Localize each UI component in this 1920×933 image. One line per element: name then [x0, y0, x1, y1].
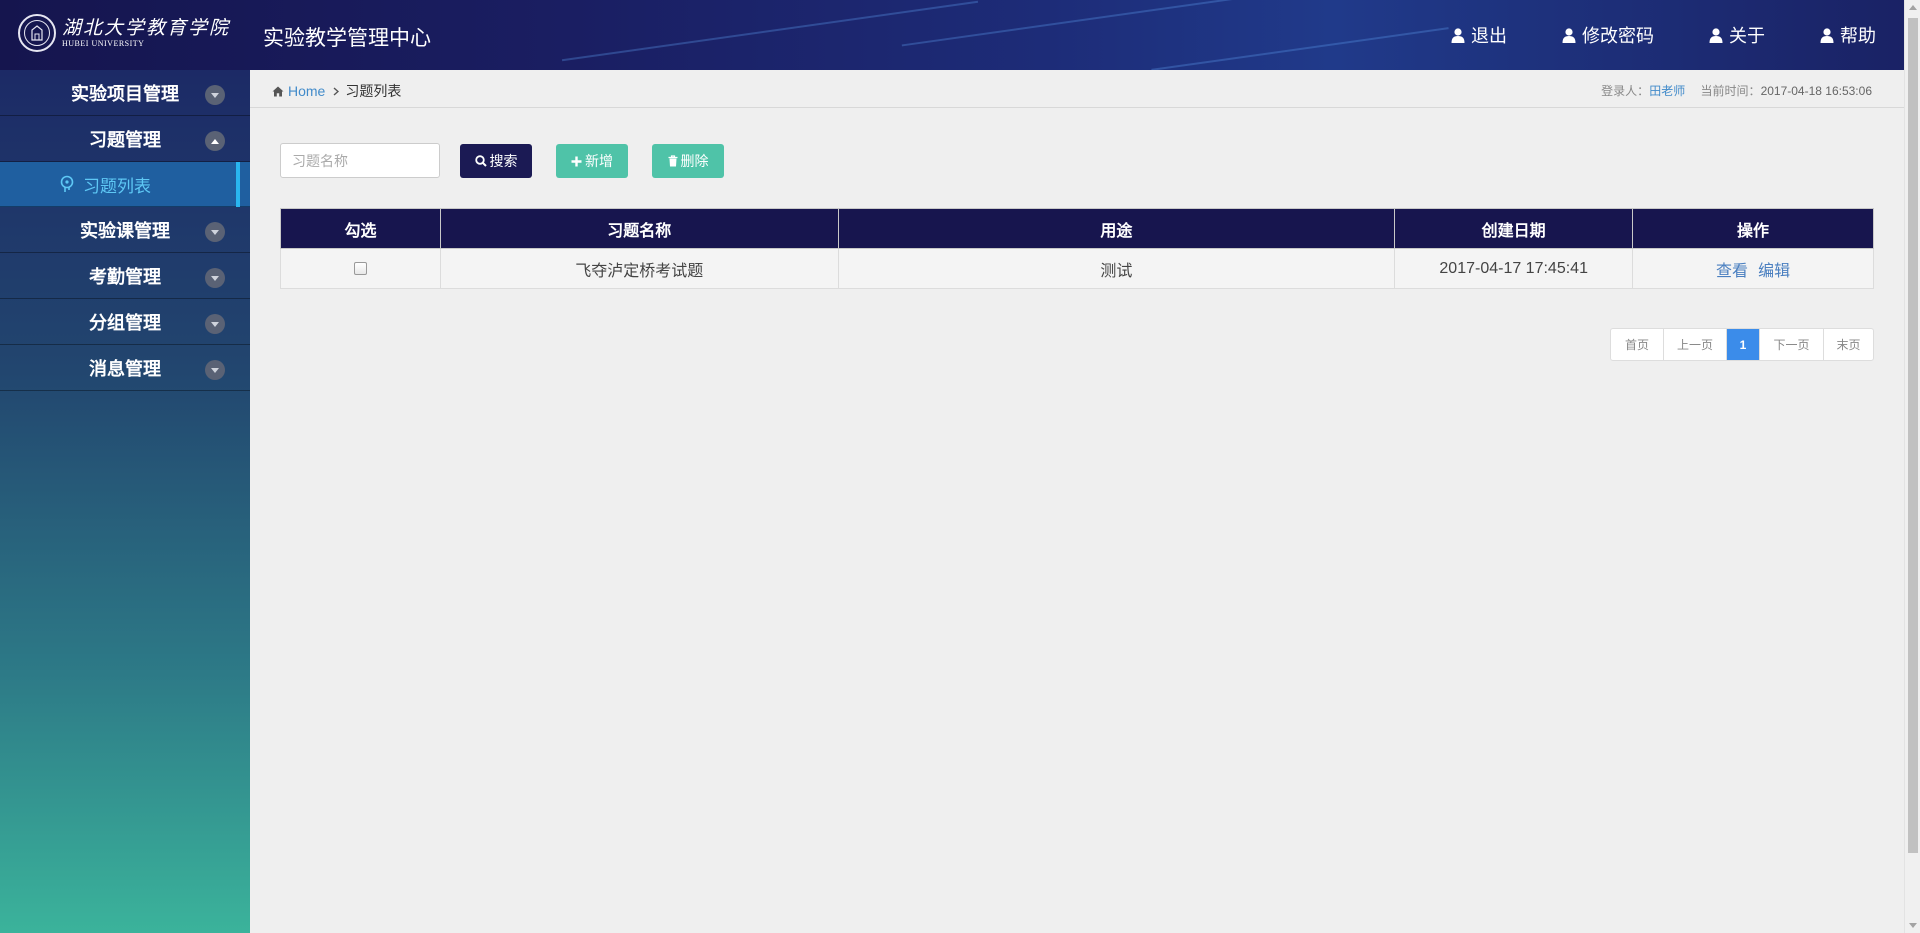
page-1-button[interactable]: 1 — [1726, 329, 1759, 360]
actions-cell: 查看 编辑 — [1632, 248, 1874, 289]
pagination: 首页 上一页 1 下一页 末页 — [1610, 328, 1874, 361]
created-date-cell: 2017-04-17 17:45:41 — [1394, 248, 1634, 289]
usage-cell: 测试 — [837, 248, 1396, 289]
header-decoration — [901, 0, 1279, 47]
breadcrumb-home-link[interactable]: Home — [288, 83, 325, 99]
sidebar-item-lab-courses[interactable]: 实验课管理 — [0, 207, 250, 253]
user-icon — [1451, 27, 1465, 43]
top-nav: 退出 修改密码 关于 帮助 — [1396, 22, 1876, 48]
login-user-label: 登录人： — [1601, 84, 1650, 98]
scroll-thumb[interactable] — [1908, 18, 1918, 853]
search-button-label: 搜索 — [489, 153, 518, 169]
logo-chinese-name: 湖北大学教育学院 — [62, 17, 231, 39]
change-password-label: 修改密码 — [1582, 26, 1654, 46]
sidebar-subitem-label: 习题列表 — [83, 176, 151, 196]
user-icon — [1820, 27, 1834, 43]
login-user[interactable]: 田老师 — [1649, 84, 1685, 98]
about-label: 关于 — [1729, 26, 1765, 46]
sidebar-item-attendance[interactable]: 考勤管理 — [0, 253, 250, 299]
scroll-up-arrow-icon[interactable] — [1909, 5, 1917, 10]
about-button[interactable]: 关于 — [1709, 22, 1765, 48]
sidebar-item-groups[interactable]: 分组管理 — [0, 299, 250, 345]
add-button-label: 新增 — [585, 153, 613, 169]
login-info: 登录人：田老师 当前时间：2017-04-18 16:53:06 — [1601, 82, 1872, 99]
help-label: 帮助 — [1840, 26, 1876, 46]
exercise-name-cell: 飞夺泸定桥考试题 — [439, 248, 839, 289]
chevron-down-icon — [205, 360, 225, 380]
column-header-name: 习题名称 — [439, 208, 839, 249]
row-checkbox[interactable] — [353, 261, 367, 275]
sidebar-item-label: 实验课管理 — [80, 220, 170, 242]
exercise-list-icon — [60, 175, 74, 192]
change-password-button[interactable]: 修改密码 — [1562, 22, 1654, 48]
header-decoration — [561, 0, 979, 62]
chevron-right-icon — [333, 83, 340, 99]
sidebar-item-label: 习题管理 — [89, 129, 161, 151]
edit-link[interactable]: 编辑 — [1758, 263, 1790, 280]
column-header-select: 勾选 — [280, 208, 441, 249]
current-time: 2017-04-18 16:53:06 — [1760, 84, 1872, 98]
table-row: 飞夺泸定桥考试题 测试 2017-04-17 17:45:41 查看 编辑 — [280, 248, 1874, 289]
logout-button[interactable]: 退出 — [1451, 22, 1507, 48]
breadcrumb: Home 习题列表 — [272, 81, 401, 101]
column-header-actions: 操作 — [1632, 208, 1874, 249]
sidebar-subitem-exercise-list[interactable]: 习题列表 — [0, 162, 250, 207]
top-header: 湖北大学教育学院 HUBEI UNIVERSITY 实验教学管理中心 退出 修改… — [0, 0, 1904, 70]
logo-english-name: HUBEI UNIVERSITY — [62, 39, 145, 48]
select-cell — [280, 248, 441, 289]
delete-button[interactable]: 删除 — [652, 144, 724, 178]
sidebar-item-messages[interactable]: 消息管理 — [0, 345, 250, 391]
home-icon — [272, 86, 284, 96]
exercise-table: 勾选 习题名称 用途 创建日期 操作 飞夺泸定桥考试题 测试 2017-04-1… — [280, 208, 1874, 289]
table-header-row: 勾选 习题名称 用途 创建日期 操作 — [280, 208, 1874, 249]
vertical-scrollbar[interactable] — [1904, 0, 1920, 933]
add-button[interactable]: 新增 — [556, 144, 628, 178]
exercise-name-search-input[interactable] — [280, 143, 440, 178]
main-content: Home 习题列表 登录人：田老师 当前时间：2017-04-18 16:53:… — [250, 70, 1904, 933]
user-icon — [1709, 27, 1723, 43]
sidebar-item-experiment-projects[interactable]: 实验项目管理 — [0, 70, 250, 116]
scroll-down-arrow-icon[interactable] — [1909, 923, 1917, 928]
column-header-usage: 用途 — [837, 208, 1396, 249]
help-button[interactable]: 帮助 — [1820, 22, 1876, 48]
trash-icon — [668, 155, 677, 167]
sidebar-item-exercises[interactable]: 习题管理 — [0, 116, 250, 162]
previous-page-button[interactable]: 上一页 — [1663, 329, 1726, 360]
seal-icon — [18, 14, 56, 52]
plus-icon — [571, 156, 582, 166]
chevron-down-icon — [205, 222, 225, 242]
view-link[interactable]: 查看 — [1716, 263, 1748, 280]
sidebar: 实验项目管理 习题管理 习题列表 实验课管理 考勤管理 分组管理 消息管理 — [0, 70, 250, 933]
app-title: 实验教学管理中心 — [263, 27, 431, 50]
next-page-button[interactable]: 下一页 — [1759, 329, 1823, 360]
chevron-up-icon — [205, 131, 225, 151]
current-time-label: 当前时间： — [1700, 84, 1761, 98]
delete-button-label: 删除 — [680, 153, 709, 169]
breadcrumb-current: 习题列表 — [345, 83, 402, 99]
active-indicator — [236, 162, 240, 207]
chevron-down-icon — [205, 314, 225, 334]
breadcrumb-bar: Home 习题列表 登录人：田老师 当前时间：2017-04-18 16:53:… — [250, 70, 1904, 108]
chevron-down-icon — [205, 85, 225, 105]
user-icon — [1562, 27, 1576, 43]
sidebar-item-label: 分组管理 — [89, 312, 161, 334]
sidebar-item-label: 考勤管理 — [89, 266, 161, 288]
sidebar-item-label: 消息管理 — [89, 358, 161, 380]
last-page-button[interactable]: 末页 — [1823, 329, 1873, 360]
sidebar-item-label: 实验项目管理 — [71, 83, 179, 105]
logout-label: 退出 — [1471, 26, 1507, 46]
chevron-down-icon — [205, 268, 225, 288]
search-icon — [474, 155, 487, 167]
first-page-button[interactable]: 首页 — [1611, 329, 1663, 360]
university-logo: 湖北大学教育学院 HUBEI UNIVERSITY — [18, 14, 230, 52]
column-header-created: 创建日期 — [1394, 208, 1634, 249]
search-button[interactable]: 搜索 — [460, 144, 532, 178]
